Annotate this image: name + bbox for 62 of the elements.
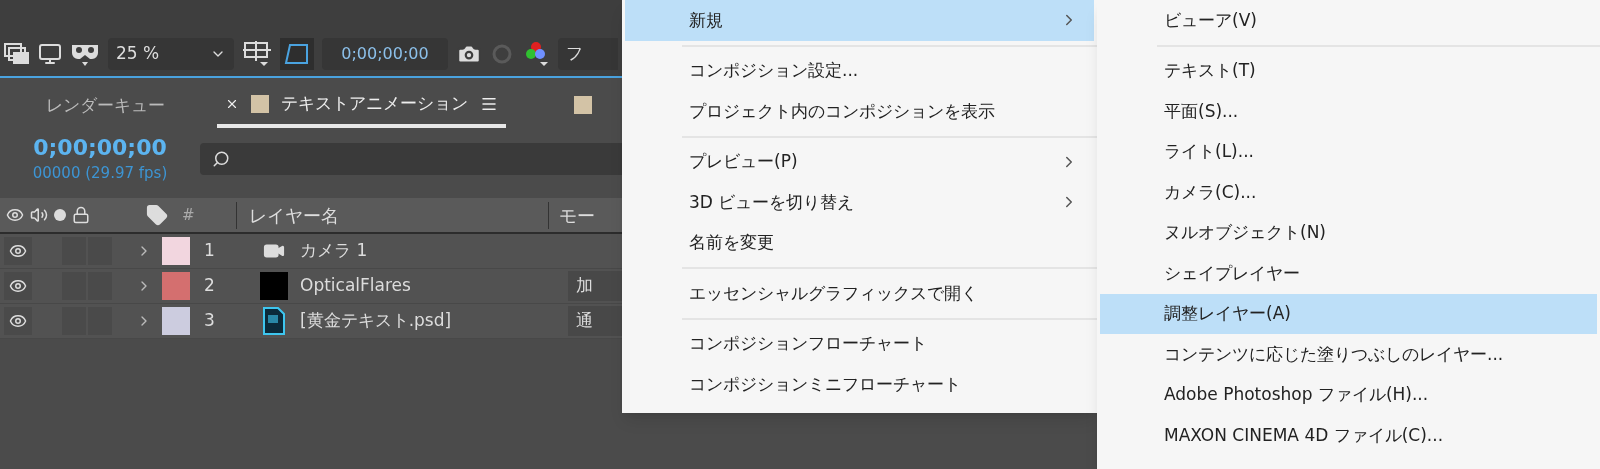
eye-icon <box>6 206 24 224</box>
menu-item[interactable]: 3D ビューを切り替え <box>625 182 1094 223</box>
menu-item[interactable]: テキスト(T) <box>1100 50 1597 91</box>
menu-item[interactable]: Adobe Photoshop ファイル(H)... <box>1100 374 1597 415</box>
column-header: # <box>182 204 196 226</box>
menu-item[interactable]: ライト(L)... <box>1100 131 1597 172</box>
menu-item[interactable]: 平面(S)... <box>1100 91 1597 132</box>
menu-item[interactable]: カメラ(C)... <box>1100 172 1597 213</box>
menu-item[interactable]: エッセンシャルグラフィックスで開く <box>625 273 1094 314</box>
layer-number: 3 <box>204 309 216 333</box>
menu-item[interactable]: コンテンツに応じた塗りつぶしのレイヤー... <box>1100 334 1597 375</box>
column-header: レイヤー名 <box>236 201 536 229</box>
menu-item[interactable]: ヌルオブジェクト(N) <box>1100 212 1597 253</box>
menu-item[interactable]: コンポジションフローチャート <box>625 323 1094 364</box>
menu-item[interactable]: プレビュー(P) <box>625 141 1094 182</box>
column-header: モー <box>548 201 595 229</box>
mode-dropdown[interactable]: 通 <box>568 306 622 336</box>
menu-item[interactable]: ビューア(V) <box>1100 0 1597 41</box>
layer-row[interactable]: 1 カメラ 1 <box>0 234 622 269</box>
search-field[interactable] <box>200 143 622 175</box>
layer-number: 2 <box>204 274 216 298</box>
grid-overlay-icon[interactable] <box>242 40 272 68</box>
resolution-dropdown[interactable]: フ <box>558 38 618 70</box>
layer-row[interactable]: 2 OpticalFlares 加 <box>0 269 622 304</box>
label-color-swatch[interactable] <box>162 237 190 265</box>
timecode-field[interactable]: 0;00;00;00 <box>322 38 448 70</box>
current-time[interactable]: 0;00;00;00 <box>33 134 167 162</box>
close-icon[interactable] <box>225 97 239 111</box>
menu-item[interactable]: コンポジションミニフローチャート <box>625 364 1094 405</box>
layer-name[interactable]: カメラ 1 <box>300 238 568 264</box>
stacked-frames-icon <box>4 43 30 65</box>
search-icon <box>212 150 230 168</box>
speaker-icon <box>30 206 48 224</box>
menu-item[interactable]: 新規 <box>625 0 1094 41</box>
label-color-swatch[interactable] <box>162 272 190 300</box>
menu-item[interactable]: 名前を変更 <box>625 222 1094 263</box>
monitor-icon[interactable] <box>38 42 62 66</box>
layer-name[interactable]: OpticalFlares <box>300 273 568 299</box>
eye-icon[interactable] <box>9 312 27 330</box>
mode-dropdown[interactable]: 加 <box>568 271 622 301</box>
menu-item[interactable]: プロジェクト内のコンポジションを表示 <box>625 91 1094 132</box>
layer-number: 1 <box>204 239 216 263</box>
region-toggle-icon[interactable] <box>280 38 314 70</box>
label-color-swatch[interactable] <box>162 307 190 335</box>
zoom-dropdown[interactable]: 25 % <box>108 38 234 70</box>
frame-count: 00000 (29.97 fps) <box>32 162 168 184</box>
label-tag-icon <box>146 204 168 226</box>
eye-icon[interactable] <box>9 242 27 260</box>
menu-item[interactable]: シェイプレイヤー <box>1100 253 1597 294</box>
solid-swatch-icon <box>260 272 288 300</box>
layer-name[interactable]: [黄金テキスト.psd] <box>300 308 568 334</box>
menu-item[interactable]: 調整レイヤー(A) <box>1100 293 1597 334</box>
menu-item[interactable]: MAXON CINEMA 4D ファイル(C)... <box>1100 415 1597 456</box>
panel-tab[interactable]: レンダーキュー <box>38 84 173 128</box>
layer-row[interactable]: 3 [黄金テキスト.psd] 通 <box>0 304 622 339</box>
menu-item[interactable]: コンポジション設定... <box>625 50 1094 91</box>
panel-tab[interactable]: テキストアニメーション <box>217 84 506 128</box>
lock-icon <box>72 206 90 224</box>
menu-icon[interactable] <box>480 95 498 113</box>
eye-icon[interactable] <box>9 277 27 295</box>
photoshop-file-icon <box>262 307 286 335</box>
color-channels-icon[interactable] <box>524 40 550 68</box>
